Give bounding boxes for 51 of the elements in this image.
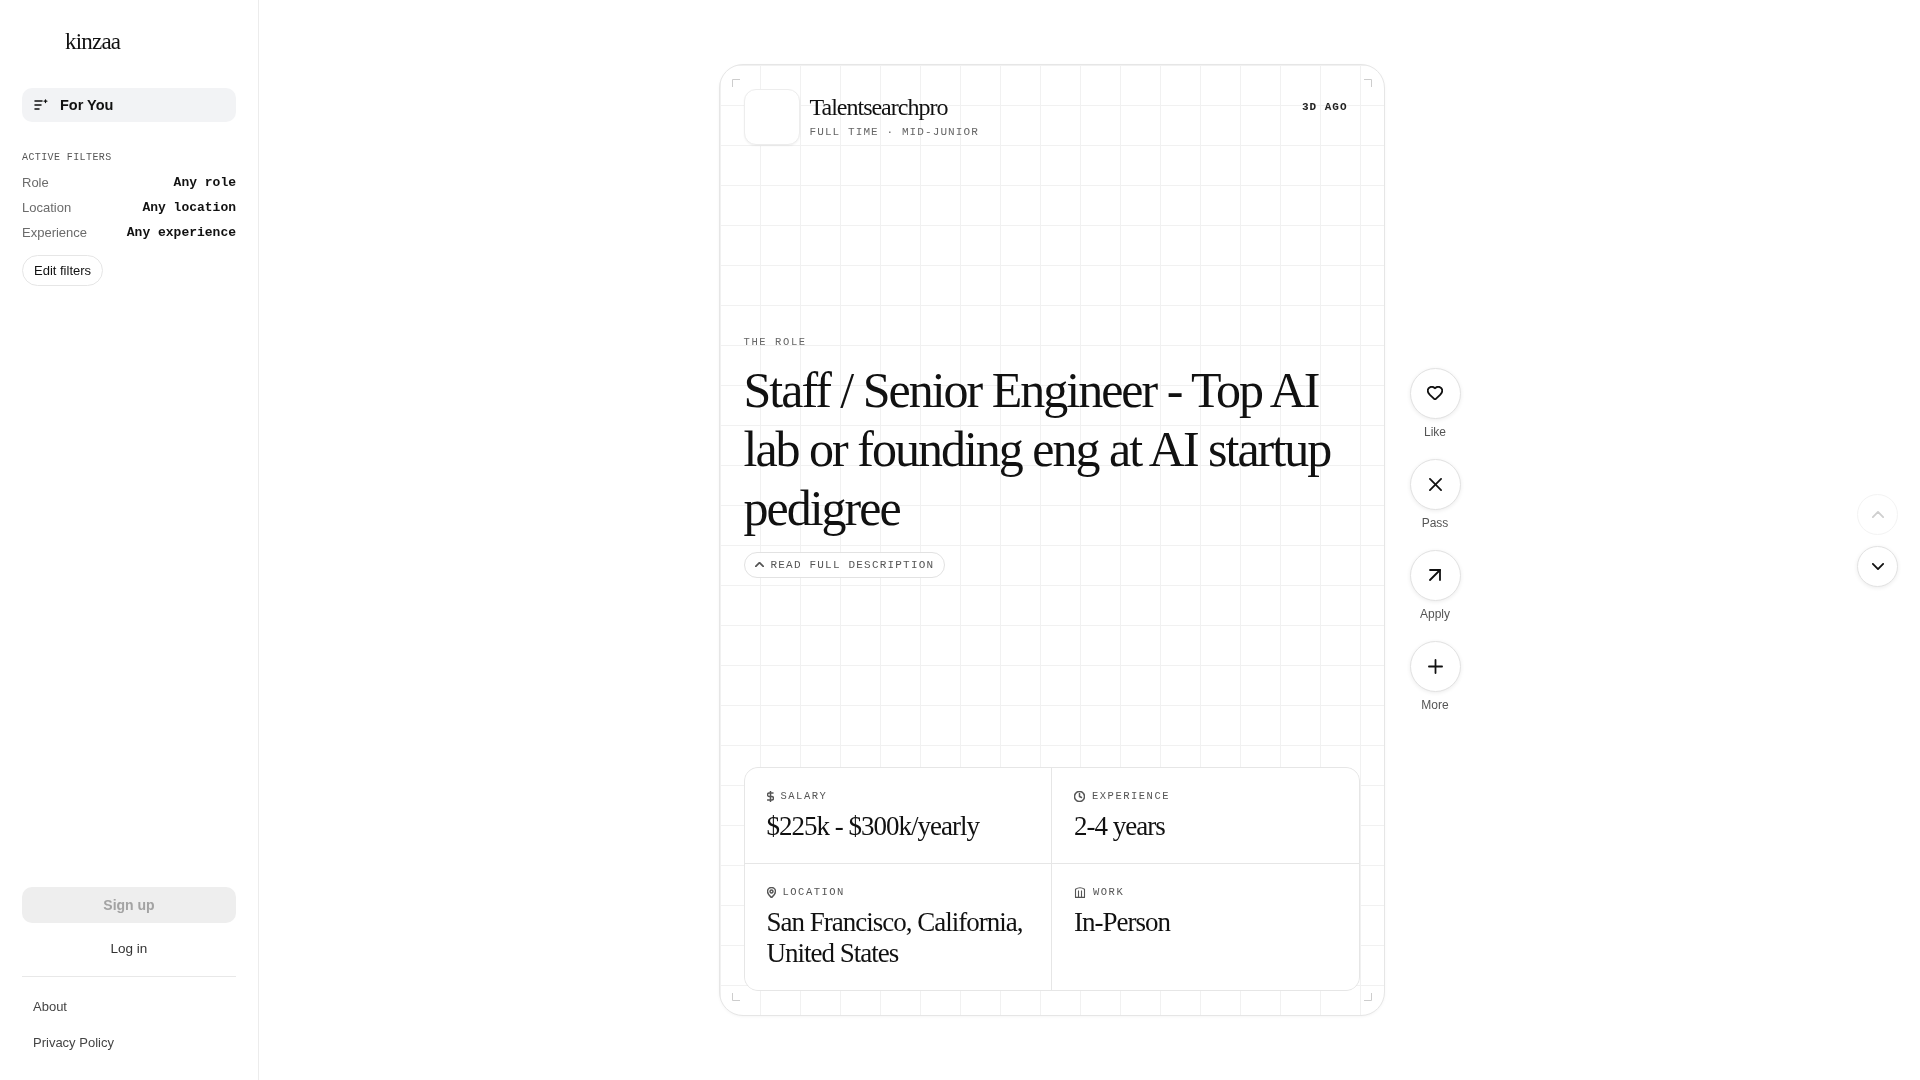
clock-icon — [1074, 790, 1085, 802]
pass-button[interactable] — [1409, 458, 1461, 510]
fact-value: In-Person — [1074, 907, 1170, 938]
read-more-button[interactable]: READ FULL DESCRIPTION — [743, 551, 946, 578]
filter-value: Any role — [173, 175, 236, 190]
fact-value: $225k - $300k/yearly — [766, 811, 979, 842]
nav-item[interactable]: For You — [22, 88, 236, 122]
fact-label: EXPERIENCE — [1092, 789, 1170, 803]
plus-icon — [1427, 658, 1443, 674]
filter-label: Location — [22, 200, 72, 215]
map-pin-icon — [766, 886, 776, 898]
chevron-down-icon — [1871, 562, 1884, 570]
filter-value: Any location — [142, 200, 236, 215]
filter-label: Experience — [22, 225, 88, 240]
company-name: Talentsearchpro — [809, 93, 948, 121]
footer-link[interactable]: Privacy Policy — [22, 1024, 125, 1060]
action-label: More — [1421, 697, 1449, 713]
x-icon — [1428, 477, 1442, 491]
like-button[interactable] — [1409, 367, 1461, 419]
fact-value: 2-4 years — [1074, 811, 1165, 842]
corner-mark-icon — [1363, 79, 1372, 87]
caret-up-icon — [754, 562, 764, 567]
section-label: THE ROLE — [743, 334, 807, 349]
building-icon — [1074, 886, 1086, 898]
action-label: Like — [1424, 424, 1446, 440]
fact-label: WORK — [1093, 885, 1125, 899]
posted-time: 3D AGO — [1301, 100, 1348, 114]
fact-label: SALARY — [780, 789, 828, 803]
footer-link[interactable]: About — [22, 988, 78, 1024]
corner-mark-icon — [1363, 993, 1372, 1001]
job-title: Staff / Senior Engineer - Top AI lab or founding eng at AI startup pedigree — [743, 360, 1332, 538]
fact-value: San Francisco, California, United States — [766, 907, 1024, 969]
dollar-icon — [766, 790, 774, 802]
corner-mark-icon — [731, 79, 740, 87]
filter-label: Role — [22, 175, 49, 190]
fact-label: LOCATION — [782, 885, 845, 899]
heart-icon — [1427, 386, 1443, 400]
filter-value: Any experience — [126, 225, 236, 240]
brand-name[interactable]: kinzaa — [65, 28, 121, 56]
edit-filters-button[interactable]: Edit filters — [22, 255, 104, 286]
log-in-button[interactable]: Log in — [106, 937, 152, 959]
action-label: Apply — [1420, 606, 1450, 622]
corner-mark-icon — [731, 993, 740, 1001]
job-meta: FULL TIME · MID-JUNIOR — [809, 125, 979, 139]
list-icon — [34, 99, 48, 111]
apply-button[interactable] — [1409, 549, 1461, 601]
filters-heading: ACTIVE FILTERS — [22, 152, 112, 164]
action-label: Pass — [1421, 515, 1449, 531]
chevron-up-icon — [1871, 510, 1884, 518]
more-button[interactable] — [1409, 640, 1461, 692]
arrow-up-right-icon — [1429, 569, 1441, 581]
